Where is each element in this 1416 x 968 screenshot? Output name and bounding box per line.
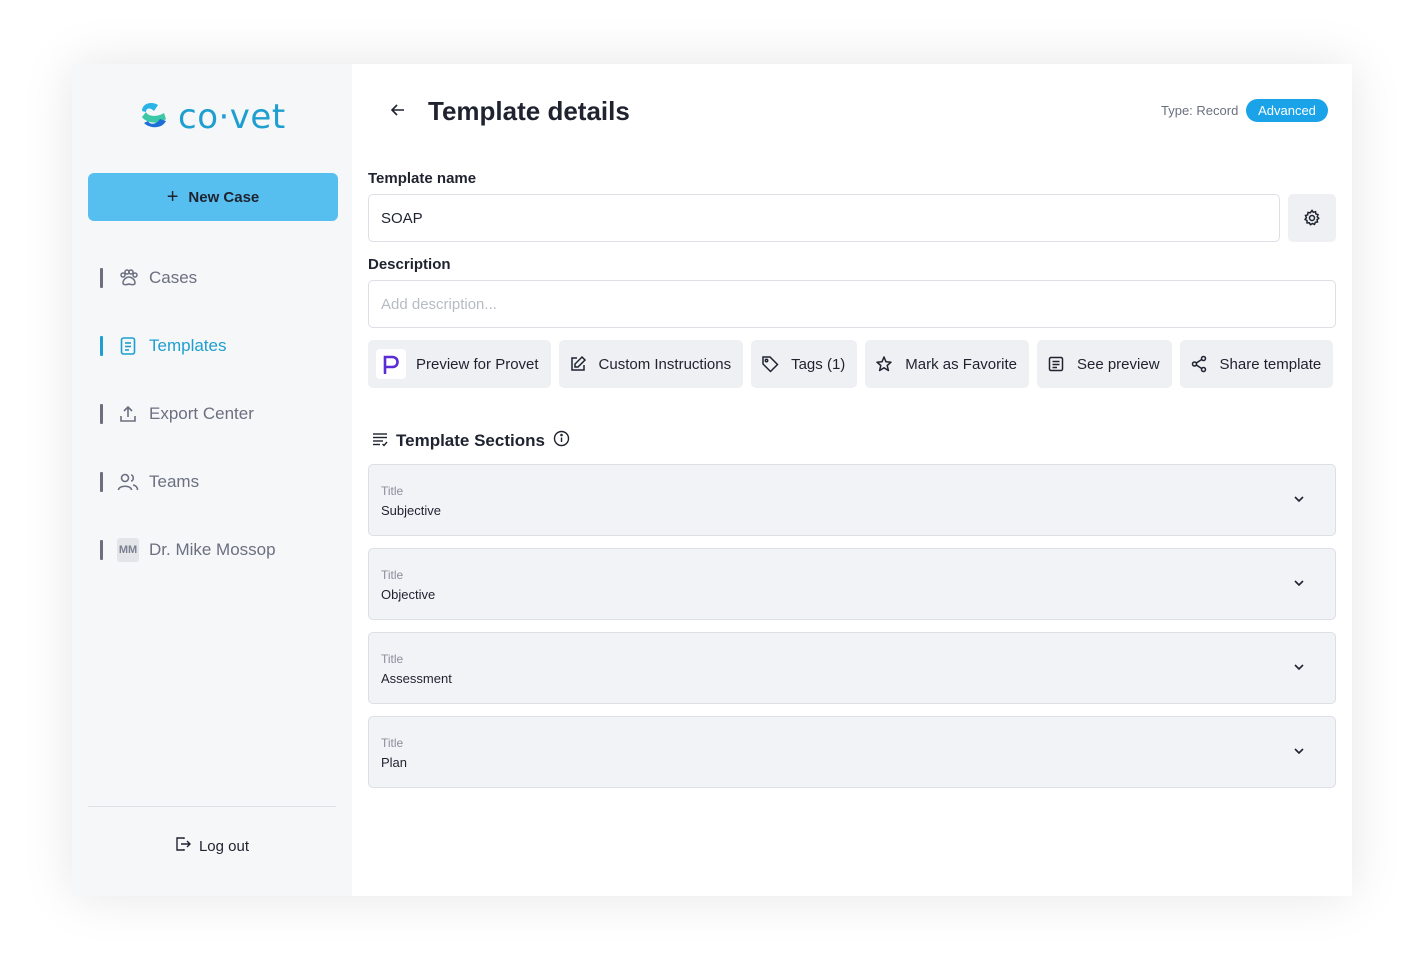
advanced-badge[interactable]: Advanced <box>1246 99 1328 122</box>
section-row[interactable]: Title Plan <box>368 716 1336 788</box>
star-icon <box>873 353 895 375</box>
users-icon <box>117 471 139 493</box>
template-actions: Preview for Provet Custom Instructions T… <box>368 340 1334 388</box>
chevron-down-icon[interactable] <box>1291 743 1307 759</box>
section-title-label: Title <box>381 568 404 582</box>
back-button[interactable] <box>386 98 410 122</box>
paw-icon <box>117 267 139 289</box>
section-title-label: Title <box>381 652 404 666</box>
template-settings-button[interactable] <box>1288 194 1336 242</box>
action-label: Tags (1) <box>791 355 846 373</box>
new-case-button[interactable]: + New Case <box>88 173 338 221</box>
chevron-down-icon[interactable] <box>1291 659 1307 675</box>
sidebar-item-export-center[interactable]: Export Center <box>100 396 330 432</box>
covet-logo[interactable]: co·vet <box>136 98 286 136</box>
nav-indicator <box>100 472 103 492</box>
action-label: Preview for Provet <box>416 355 539 373</box>
see-preview-button[interactable]: See preview <box>1036 340 1172 388</box>
sidebar-nav: Cases Templates Export Center Teams MM D… <box>100 260 330 600</box>
nav-indicator <box>100 404 103 424</box>
section-title-label: Title <box>381 736 404 750</box>
description-label: Description <box>368 256 451 273</box>
section-title-value: Objective <box>381 587 436 602</box>
tag-icon <box>759 353 781 375</box>
logout-button[interactable]: Log out <box>72 834 352 858</box>
sidebar-item-label: Dr. Mike Mossop <box>149 540 276 559</box>
section-row[interactable]: Title Subjective <box>368 464 1336 536</box>
page-title: Template details <box>428 96 630 126</box>
sections-heading-text: Template Sections <box>396 431 545 450</box>
sidebar-item-label: Export Center <box>149 404 254 423</box>
description-input[interactable]: Add description... <box>368 280 1336 328</box>
sidebar-item-profile[interactable]: MM Dr. Mike Mossop <box>100 532 330 568</box>
info-icon[interactable] <box>553 430 570 452</box>
logout-label: Log out <box>198 837 250 855</box>
template-type-label: Type: Record <box>1161 103 1239 118</box>
sidebar-divider <box>88 806 336 807</box>
share-template-button[interactable]: Share template <box>1179 340 1334 388</box>
section-title-value: Plan <box>381 755 408 770</box>
new-case-label: New Case <box>188 188 260 206</box>
mark-as-favorite-button[interactable]: Mark as Favorite <box>865 340 1029 388</box>
nav-indicator <box>100 268 103 288</box>
sidebar-item-teams[interactable]: Teams <box>100 464 330 500</box>
avatar-initials: MM <box>117 538 139 562</box>
tags-button[interactable]: Tags (1) <box>751 340 858 388</box>
list-icon <box>372 431 388 452</box>
sidebar: co·vet + New Case Cases Templates Export… <box>72 64 352 896</box>
section-row[interactable]: Title Assessment <box>368 632 1336 704</box>
gear-icon <box>1304 209 1320 226</box>
section-title-label: Title <box>381 484 404 498</box>
chevron-down-icon[interactable] <box>1291 491 1307 507</box>
document-icon <box>117 335 139 357</box>
plus-icon: + <box>166 186 179 208</box>
template-sections-heading: Template Sections <box>372 430 570 452</box>
logout-icon <box>175 836 191 856</box>
action-label: Custom Instructions <box>598 355 732 373</box>
arrow-left-icon <box>390 104 404 116</box>
share-icon <box>1188 353 1210 375</box>
avatar: MM <box>117 538 139 562</box>
chevron-down-icon[interactable] <box>1291 575 1307 591</box>
preview-icon <box>1045 353 1067 375</box>
edit-icon <box>567 353 589 375</box>
action-label: See preview <box>1076 355 1160 373</box>
section-title-value: Assessment <box>381 671 452 686</box>
sidebar-item-label: Templates <box>149 336 227 355</box>
template-name-input[interactable]: SOAP <box>368 194 1280 242</box>
sidebar-item-label: Cases <box>149 268 198 287</box>
template-name-label: Template name <box>368 170 477 187</box>
upload-icon <box>117 403 139 425</box>
section-title-value: Subjective <box>381 503 441 518</box>
section-row[interactable]: Title Objective <box>368 548 1336 620</box>
nav-indicator <box>100 336 103 356</box>
action-label: Mark as Favorite <box>905 355 1017 373</box>
sidebar-item-templates[interactable]: Templates <box>100 328 330 364</box>
sidebar-item-cases[interactable]: Cases <box>100 260 330 296</box>
preview-for-provet-button[interactable]: Preview for Provet <box>368 340 551 388</box>
logo-text: co·vet <box>178 97 286 137</box>
covet-logo-mark-icon <box>142 103 166 128</box>
custom-instructions-button[interactable]: Custom Instructions <box>558 340 744 388</box>
app-window: co·vet + New Case Cases Templates Export… <box>72 64 1352 896</box>
sidebar-item-label: Teams <box>149 472 200 491</box>
main-content: Template details Type: Record Advanced T… <box>352 64 1352 896</box>
action-label: Share template <box>1219 355 1322 373</box>
provet-logo-icon <box>376 349 406 379</box>
nav-indicator <box>100 540 103 560</box>
